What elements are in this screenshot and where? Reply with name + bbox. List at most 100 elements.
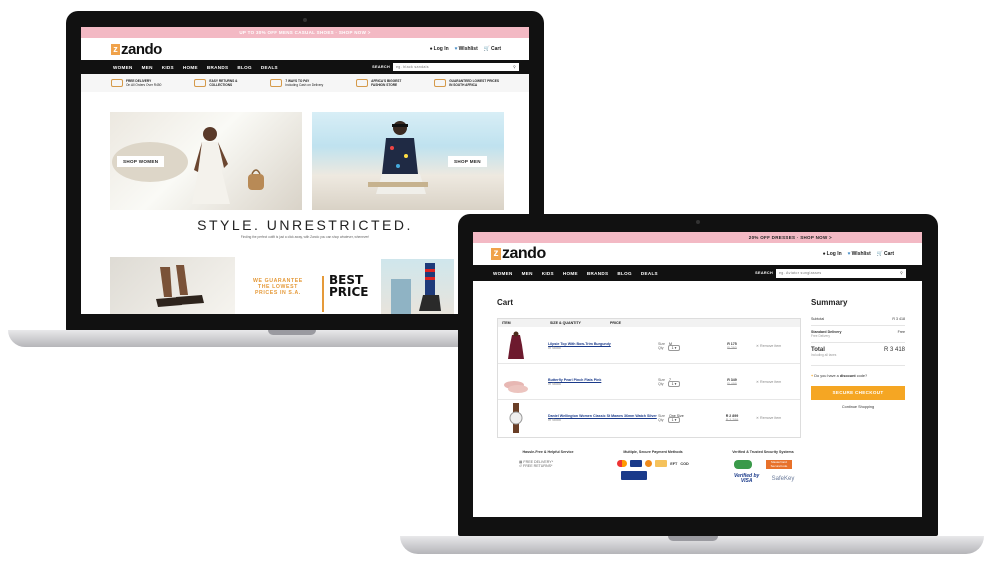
qty-select[interactable]: 1 ▾ xyxy=(667,380,681,387)
wishlist-link[interactable]: ♥ Wishlist xyxy=(848,251,871,257)
hero-men-tile[interactable]: SHOP MEN xyxy=(312,112,504,210)
col-item: ITEM xyxy=(502,321,511,325)
remove-item-link[interactable]: ✕ Remove item xyxy=(756,344,781,348)
continue-shopping-link[interactable]: Continue Shopping xyxy=(811,405,905,409)
qty-label: Qty xyxy=(658,345,664,350)
box-icon xyxy=(194,79,207,87)
main-nav: WOMEN MEN KIDS HOME BRANDS BLOG DEALS SE… xyxy=(473,265,922,281)
visa-card-icon xyxy=(621,471,647,480)
size-label: Size xyxy=(658,341,665,346)
nav-kids[interactable]: KIDS xyxy=(542,271,554,276)
cart-screen: 20% OFF DRESSES · SHOP NOW > z zando ● Lo… xyxy=(473,232,922,517)
nav-women[interactable]: WOMEN xyxy=(493,271,513,276)
cart-link[interactable]: 🛒 Cart xyxy=(877,251,894,257)
nav-deals[interactable]: DEALS xyxy=(261,65,278,70)
cart-link[interactable]: 🛒 Cart xyxy=(484,46,501,52)
zando-logo[interactable]: z zando xyxy=(111,41,162,58)
return-icon: ↺ xyxy=(519,464,523,468)
free-returns-text: FREE RETURNS* xyxy=(523,464,553,468)
zando-logo[interactable]: z zando xyxy=(491,245,546,263)
nav-men[interactable]: MEN xyxy=(522,271,533,276)
tag-icon xyxy=(434,79,447,87)
wishlist-label: Wishlist xyxy=(851,251,871,257)
search-label: SEARCH xyxy=(755,271,773,275)
search-icon[interactable]: ⚲ xyxy=(513,65,516,69)
nav-deals[interactable]: DEALS xyxy=(641,271,658,276)
nav-brands[interactable]: BRANDS xyxy=(587,271,608,276)
subtotal-label: Subtotal xyxy=(811,317,825,321)
service-title: Hassle-Free & Helpful Service xyxy=(522,450,574,454)
benefit-delivery: FREE DELIVERY On All Orders Over R450 xyxy=(111,79,161,87)
qty-select[interactable]: 1 ▾ xyxy=(667,344,681,351)
nav-blog[interactable]: BLOG xyxy=(237,65,251,70)
nav-men[interactable]: MEN xyxy=(142,65,153,70)
stock-status: In Stock xyxy=(548,345,561,350)
wallet-icon xyxy=(270,79,283,87)
user-icon: ● xyxy=(429,46,433,52)
remove-label: Remove item xyxy=(760,416,782,420)
remove-item-link[interactable]: ✕ Remove item xyxy=(756,380,781,384)
product-name-link[interactable]: Daniel Wellington Women Classic St Mawes… xyxy=(548,414,658,418)
qty-select[interactable]: 1 ▾ xyxy=(667,417,681,423)
discount-bold: discount xyxy=(839,374,856,378)
shop-men-button[interactable]: SHOP MEN xyxy=(448,156,487,167)
qty-value: 1 xyxy=(671,381,674,386)
subtotal-row: Subtotal R 3 418 xyxy=(811,317,905,326)
login-label: Log In xyxy=(433,46,449,52)
remove-item-link[interactable]: ✕ Remove item xyxy=(756,416,781,420)
nav-women[interactable]: WOMEN xyxy=(113,65,133,70)
product-thumb-flats xyxy=(504,380,528,393)
heart-icon: ♥ xyxy=(847,251,851,257)
cart-title: Cart xyxy=(497,298,514,307)
old-price: R 499 xyxy=(727,381,737,386)
cart-icon: 🛒 xyxy=(876,251,883,257)
secure-checkout-button[interactable]: SECURE CHECKOUT xyxy=(811,386,905,400)
user-icon: ● xyxy=(822,251,826,257)
safekey-badge: SafeKey xyxy=(771,476,795,482)
mastercard-icon xyxy=(617,460,628,467)
webcam xyxy=(696,220,700,224)
benefit-sub: IN SOUTH AFRICA xyxy=(449,83,478,87)
verified-by-visa-badge: Verified by VISA xyxy=(733,473,760,484)
nav-home[interactable]: HOME xyxy=(563,271,578,276)
payment-title: Multiple, Secure Payment Methods xyxy=(623,450,683,454)
qty-label: Qty xyxy=(658,418,664,422)
login-link[interactable]: ● Log In xyxy=(823,251,842,257)
security-seal-icon xyxy=(734,460,752,469)
promo-banner[interactable]: 20% OFF DRESSES · SHOP NOW > xyxy=(473,232,922,243)
eft-label: EFT xyxy=(670,461,678,466)
search-area: SEARCH eg. black sandals ⚲ xyxy=(372,63,519,71)
security-title: Verified & Trusted Security Systems xyxy=(732,450,794,454)
col-size-qty: SIZE & QUANTITY xyxy=(550,321,581,325)
discount-prefix: Do you have a xyxy=(814,374,840,378)
hero-women-tile[interactable]: SHOP WOMEN xyxy=(110,112,302,210)
wishlist-label: Wishlist xyxy=(458,46,478,52)
webcam xyxy=(303,18,307,22)
discount-suffix: code? xyxy=(855,374,868,378)
promo-text: 20% OFF DRESSES · SHOP NOW > xyxy=(748,235,832,240)
cart-label: Cart xyxy=(883,251,894,257)
nav-brands[interactable]: BRANDS xyxy=(207,65,228,70)
shop-women-button[interactable]: SHOP WOMEN xyxy=(117,156,165,167)
promo-banner[interactable]: UP TO 30% OFF MENS CASUAL SHOES · SHOP N… xyxy=(81,27,529,38)
cart-row: Lilpsie Top With Bow-Trim Burgundy In St… xyxy=(498,328,800,364)
search-input[interactable]: eg. black sandals ⚲ xyxy=(393,63,519,71)
nav-kids[interactable]: KIDS xyxy=(162,65,174,70)
nav-blog[interactable]: BLOG xyxy=(617,271,631,276)
nav-home[interactable]: HOME xyxy=(183,65,198,70)
search-icon[interactable]: ⚲ xyxy=(900,271,903,275)
guarantee-banner[interactable]: WE GUARANTEE THE LOWEST PRICES IN S.A. B… xyxy=(249,272,371,314)
benefit-prices: GUARANTEED LOWEST PRICES IN SOUTH AFRICA xyxy=(434,79,499,87)
sandals-tile[interactable] xyxy=(110,257,235,314)
benefit-sub: FASHION STORE xyxy=(371,83,398,87)
laptop-notch xyxy=(668,536,718,541)
vat-note: Including all taxes xyxy=(811,353,905,366)
cod-label: COD xyxy=(680,461,689,466)
login-link[interactable]: ● Log In xyxy=(430,46,449,52)
wishlist-link[interactable]: ♥ Wishlist xyxy=(455,46,478,52)
search-input[interactable]: eg. Aviator sunglasses ⚲ xyxy=(776,268,906,278)
discount-toggle[interactable]: + Do you have a discount code? xyxy=(811,374,905,378)
benefit-sub: On All Orders Over R450 xyxy=(126,83,162,87)
africa-icon xyxy=(356,79,369,87)
login-label: Log In xyxy=(826,251,842,257)
